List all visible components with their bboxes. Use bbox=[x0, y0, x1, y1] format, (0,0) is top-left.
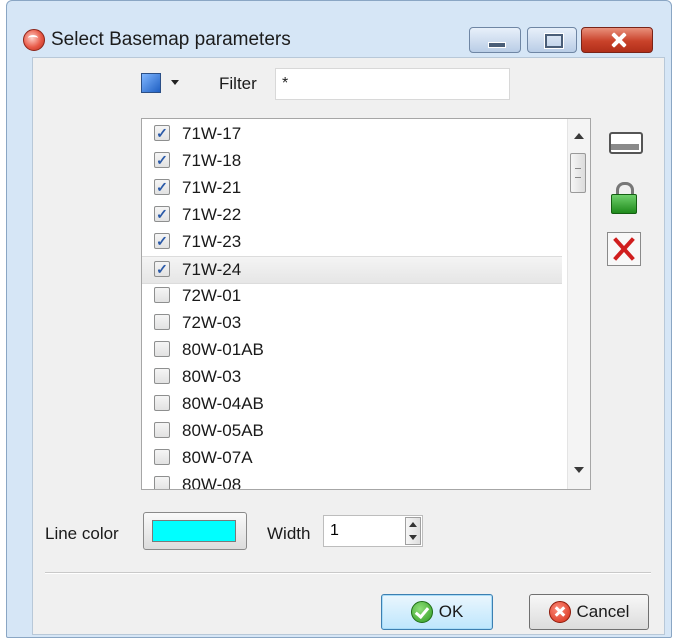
checkbox[interactable]: ✓ bbox=[154, 179, 170, 195]
list-item-label: 80W-04AB bbox=[182, 394, 264, 413]
minimize-button[interactable] bbox=[469, 27, 521, 53]
list-item-label: 71W-21 bbox=[182, 178, 242, 197]
chevron-down-icon bbox=[171, 80, 179, 85]
color-dropdown-button[interactable] bbox=[141, 72, 181, 94]
list-item[interactable]: 72W-01 bbox=[142, 283, 562, 310]
maximize-button[interactable] bbox=[527, 27, 577, 53]
cancel-button-label: Cancel bbox=[576, 602, 630, 621]
list-item-label: 71W-22 bbox=[182, 205, 242, 224]
checkbox[interactable]: ✓ bbox=[154, 233, 170, 249]
checkbox[interactable] bbox=[154, 341, 170, 357]
list-item[interactable]: 80W-05AB bbox=[142, 418, 562, 445]
checkbox[interactable] bbox=[154, 395, 170, 411]
width-spinner[interactable] bbox=[405, 517, 421, 545]
close-button[interactable] bbox=[581, 27, 653, 53]
width-label: Width bbox=[267, 524, 311, 543]
checkbox[interactable] bbox=[154, 368, 170, 384]
scroll-thumb[interactable] bbox=[570, 153, 586, 193]
window-title: Select Basemap parameters bbox=[51, 29, 291, 50]
scroll-up-arrow-icon[interactable] bbox=[574, 133, 584, 139]
checkbox[interactable]: ✓ bbox=[154, 261, 170, 277]
filter-input[interactable] bbox=[275, 68, 510, 100]
spin-up-icon[interactable] bbox=[409, 522, 417, 527]
list-item-label: 71W-18 bbox=[182, 151, 242, 170]
list-item[interactable]: ✓ 71W-23 bbox=[142, 229, 562, 256]
list-item[interactable]: 80W-03 bbox=[142, 364, 562, 391]
list-item-label: 80W-03 bbox=[182, 367, 242, 386]
cancel-circle-icon bbox=[548, 601, 571, 623]
check-circle-icon bbox=[410, 601, 433, 623]
list-item[interactable]: 80W-07A bbox=[142, 445, 562, 472]
cancel-button[interactable]: Cancel bbox=[529, 594, 649, 630]
list-item-label: 71W-23 bbox=[182, 232, 242, 251]
list-item-label: 80W-01AB bbox=[182, 340, 264, 359]
list-item[interactable]: 80W-04AB bbox=[142, 391, 562, 418]
list-item-label: 72W-01 bbox=[182, 286, 242, 305]
list-item-label: 72W-03 bbox=[182, 313, 242, 332]
list-item[interactable]: 72W-03 bbox=[142, 310, 562, 337]
checkbox[interactable]: ✓ bbox=[154, 206, 170, 222]
title-bar[interactable]: Select Basemap parameters bbox=[7, 1, 671, 53]
list-item-label: 80W-07A bbox=[182, 448, 253, 467]
checkbox[interactable]: ✓ bbox=[154, 125, 170, 141]
rename-icon[interactable] bbox=[607, 124, 643, 160]
line-color-button[interactable] bbox=[143, 512, 247, 550]
divider bbox=[45, 572, 651, 574]
list-item-label: 80W-08 bbox=[182, 475, 242, 490]
color-swatch-icon bbox=[141, 73, 161, 93]
line-color-swatch bbox=[152, 520, 236, 542]
list-item-label: 80W-05AB bbox=[182, 421, 264, 440]
checkbox[interactable] bbox=[154, 476, 170, 489]
dialog-content: Filter 80W-0880W-07A80W-05AB80W-04AB80W-… bbox=[32, 57, 665, 635]
line-color-label: Line color bbox=[45, 524, 119, 543]
ok-button[interactable]: OK bbox=[381, 594, 493, 630]
list-item[interactable]: ✓ 71W-21 bbox=[142, 175, 562, 202]
globe-icon bbox=[23, 29, 45, 51]
parameter-list[interactable]: 80W-08 80W-07A 80W-05AB 80W-04AB 80W-03 80W-0… bbox=[141, 118, 591, 490]
list-item[interactable]: ✓ 71W-17 bbox=[142, 121, 562, 148]
dialog-window: Select Basemap parameters Filter 80W-088… bbox=[6, 0, 672, 638]
checkbox[interactable] bbox=[154, 287, 170, 303]
list-item-label: 71W-17 bbox=[182, 124, 242, 143]
checkbox[interactable] bbox=[154, 422, 170, 438]
list-item[interactable]: ✓ 71W-18 bbox=[142, 148, 562, 175]
filter-label: Filter bbox=[219, 74, 257, 93]
list-item[interactable]: 80W-08 bbox=[142, 472, 562, 490]
vertical-scrollbar[interactable] bbox=[567, 119, 590, 489]
ok-button-label: OK bbox=[438, 602, 464, 621]
list-item[interactable]: ✓ 71W-24 bbox=[142, 256, 562, 284]
checkbox[interactable] bbox=[154, 314, 170, 330]
lock-icon[interactable] bbox=[607, 180, 643, 216]
list-item[interactable]: ✓ 71W-22 bbox=[142, 202, 562, 229]
list-item[interactable]: 80W-01AB bbox=[142, 337, 562, 364]
checkbox[interactable]: ✓ bbox=[154, 152, 170, 168]
checkbox[interactable] bbox=[154, 449, 170, 465]
list-item-label: 71W-24 bbox=[182, 260, 242, 279]
scroll-down-arrow-icon[interactable] bbox=[574, 467, 584, 473]
spin-down-icon[interactable] bbox=[409, 535, 417, 540]
delete-icon[interactable] bbox=[607, 232, 641, 266]
